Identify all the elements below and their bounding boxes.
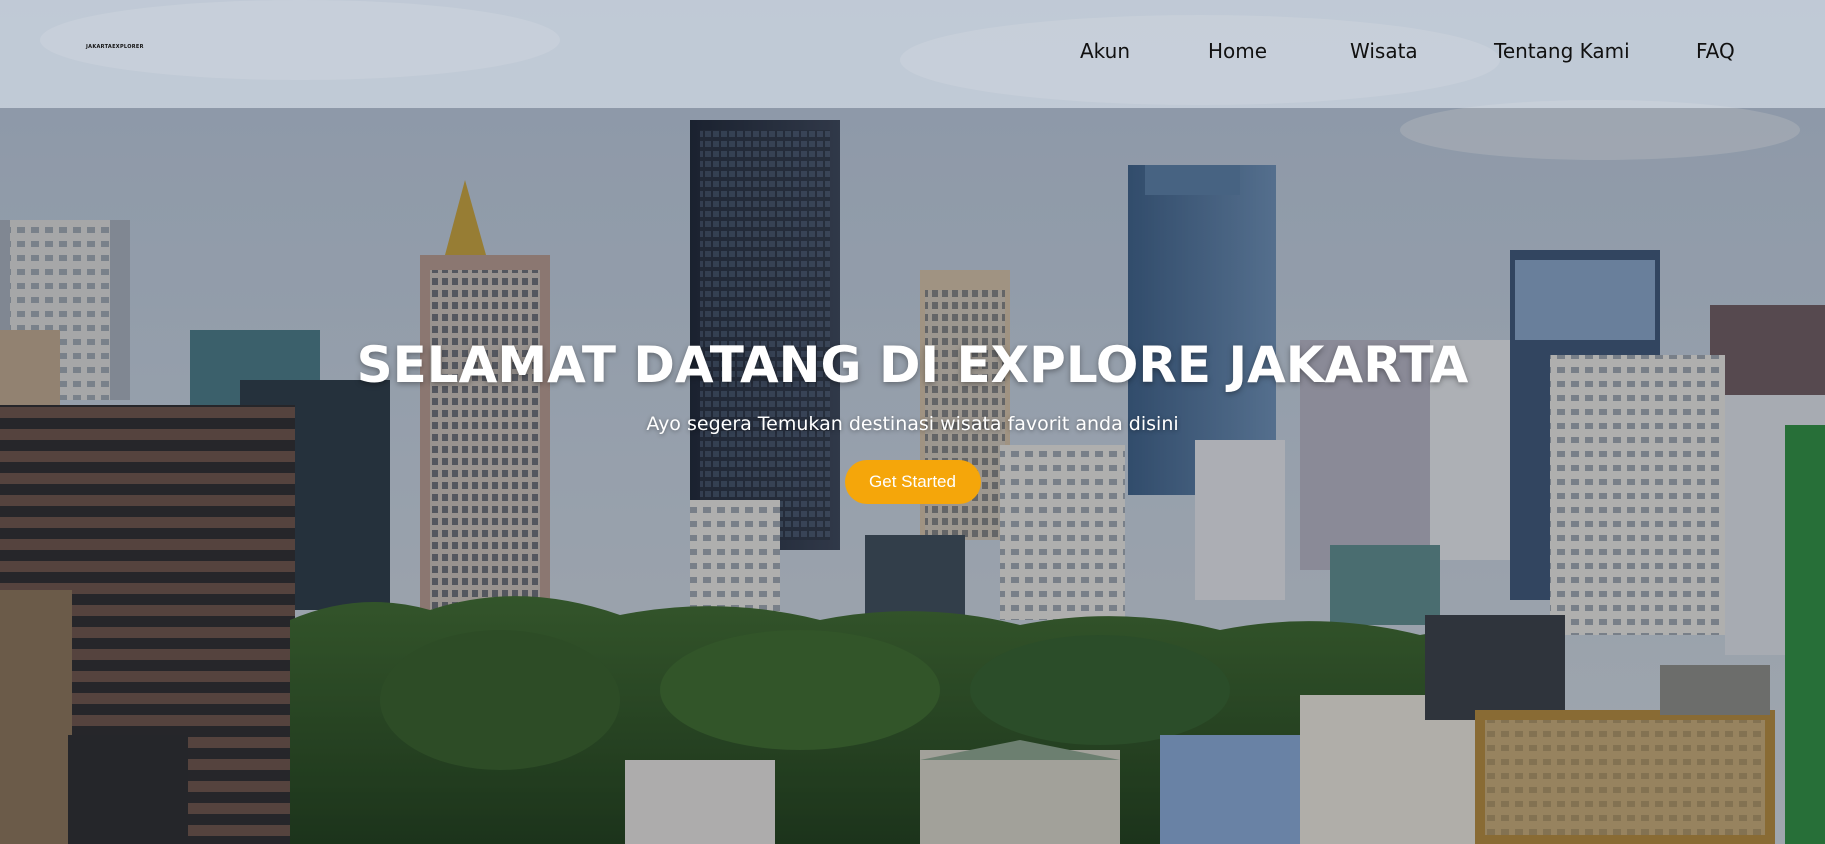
nav-link-akun[interactable]: Akun — [1080, 36, 1130, 66]
nav-link-wisata[interactable]: Wisata — [1350, 36, 1418, 66]
hero-section: SELAMAT DATANG DI EXPLORE JAKARTA Ayo se… — [0, 330, 1825, 504]
top-navbar: JAKARTAEXPLORER Akun Home Wisata Tentang… — [0, 0, 1825, 108]
nav-link-home[interactable]: Home — [1208, 36, 1267, 66]
landing-page: JAKARTAEXPLORER Akun Home Wisata Tentang… — [0, 0, 1825, 844]
hero-title: SELAMAT DATANG DI EXPLORE JAKARTA — [356, 336, 1469, 394]
nav-link-tentang-kami[interactable]: Tentang Kami — [1494, 36, 1630, 66]
get-started-button[interactable]: Get Started — [844, 460, 981, 504]
main-nav: Akun Home Wisata Tentang Kami FAQ — [0, 36, 1825, 66]
nav-link-faq[interactable]: FAQ — [1696, 36, 1735, 66]
hero-subtitle: Ayo segera Temukan destinasi wisata favo… — [646, 413, 1179, 435]
